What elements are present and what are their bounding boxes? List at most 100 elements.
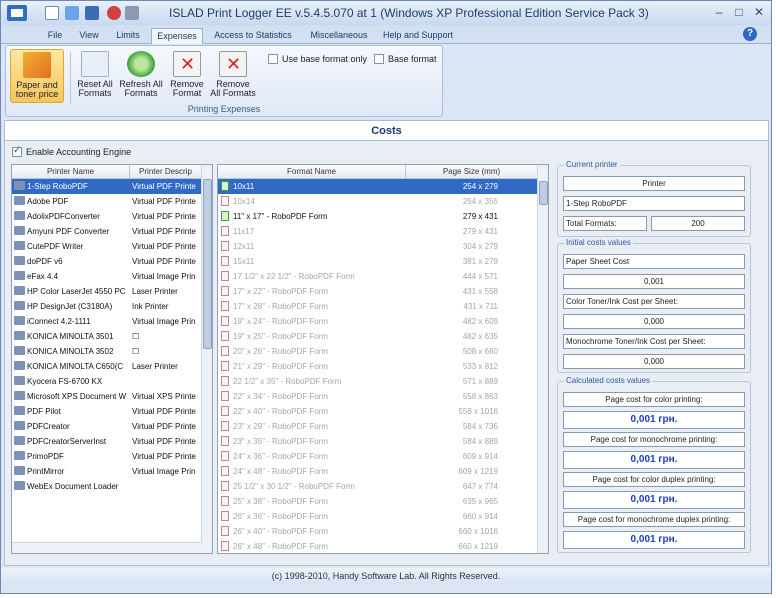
format-row[interactable]: 19" x 24" - RoboPDF Form 482 x 609 [218, 314, 538, 329]
format-name-cell: 21" x 29" - RoboPDF Form [221, 359, 405, 374]
format-row[interactable]: 12x11 304 x 279 [218, 239, 538, 254]
printer-name-header[interactable]: Printer Name [12, 165, 130, 179]
checkbox-box[interactable] [374, 54, 384, 64]
mono-page-cost-label: Page cost for monochrome printing: [563, 432, 745, 447]
tab-miscellaneous[interactable]: Miscellaneous [303, 28, 375, 44]
printer-grid-hscrollbar[interactable] [12, 542, 203, 553]
page-size-cell: 431 x 558 [462, 287, 498, 296]
format-row[interactable]: 26" x 48" - RoboPDF Form 660 x 1219 [218, 539, 538, 553]
printer-icon [14, 286, 25, 295]
page-size-cell: 533 x 812 [462, 362, 498, 371]
quick-access-printer-icon[interactable] [85, 6, 99, 20]
format-row[interactable]: 24" x 36" - RoboPDF Form 609 x 914 [218, 449, 538, 464]
help-icon[interactable]: ? [743, 27, 757, 41]
printer-row[interactable]: Microsoft XPS Document W Virtual XPS Prin… [12, 389, 202, 404]
format-row[interactable]: 25" x 38" - RoboPDF Form 635 x 965 [218, 494, 538, 509]
format-row[interactable]: 15x11 381 x 279 [218, 254, 538, 269]
tab-limits[interactable]: Limits [109, 28, 147, 44]
printer-row[interactable]: PrimoPDF Virtual PDF Printe [12, 449, 202, 464]
printer-row[interactable]: PrintMirror Virtual Image Prin [12, 464, 202, 479]
maximize-button[interactable]: □ [729, 4, 749, 21]
printer-row[interactable]: Adobe PDF Virtual PDF Printe [12, 194, 202, 209]
checkbox-box[interactable] [268, 54, 278, 64]
tab-file[interactable]: File [41, 28, 69, 44]
printer-grid-scrollbar[interactable] [201, 165, 212, 553]
total-formats-value: 200 [651, 216, 745, 231]
format-row[interactable]: 11" x 17" - RoboPDF Form 279 x 431 [218, 209, 538, 224]
format-name-header[interactable]: Format Name [218, 165, 406, 179]
printer-row[interactable]: PDFCreator Virtual PDF Printe [12, 419, 202, 434]
format-row[interactable]: 22" x 40" - RoboPDF Form 558 x 1016 [218, 404, 538, 419]
printer-row[interactable]: KONICA MINOLTA 3501 ☐ [12, 329, 202, 344]
color-toner-cost-input[interactable]: 0,000 [563, 314, 745, 329]
format-row[interactable]: 17 1/2" x 22 1/2" - RoboPDF Form 444 x 57… [218, 269, 538, 284]
tab-expenses[interactable]: Expenses [151, 28, 203, 44]
quick-access-dropdown-icon[interactable] [125, 6, 139, 20]
quick-access-stop-icon[interactable] [107, 6, 121, 20]
app-icon[interactable] [7, 5, 27, 21]
printer-grid[interactable]: Printer Name Printer Descrip 1-Step Robo… [11, 164, 213, 554]
format-row[interactable]: 11x17 279 x 431 [218, 224, 538, 239]
format-row[interactable]: 22" x 34" - RoboPDF Form 558 x 863 [218, 389, 538, 404]
printer-row[interactable]: 1-Step RoboPDF Virtual PDF Printe [12, 179, 202, 194]
tab-help-and-support[interactable]: Help and Support [379, 28, 457, 44]
printer-row[interactable]: doPDF v6 Virtual PDF Printe [12, 254, 202, 269]
printer-row[interactable]: Kyocera FS-6700 KX [12, 374, 202, 389]
printer-icon [14, 436, 25, 445]
minimize-button[interactable]: – [709, 4, 729, 21]
printer-row[interactable]: KONICA MINOLTA 3502 ☐ [12, 344, 202, 359]
quick-access-print-icon[interactable] [65, 6, 79, 20]
format-row[interactable]: 24" x 48" - RoboPDF Form 609 x 1219 [218, 464, 538, 479]
format-row[interactable]: 21" x 29" - RoboPDF Form 533 x 812 [218, 359, 538, 374]
close-button[interactable]: ✕ [749, 4, 769, 21]
printer-row[interactable]: WebEx Document Loader [12, 479, 202, 494]
paper-cost-input[interactable]: 0,001 [563, 274, 745, 289]
format-row[interactable]: 10x14 254 x 355 [218, 194, 538, 209]
printer-row[interactable]: iConnect 4.2-1111 Virtual Image Prin [12, 314, 202, 329]
format-row[interactable]: 23" x 29" - RoboPDF Form 584 x 736 [218, 419, 538, 434]
printer-row[interactable]: Amyuni PDF Converter Virtual PDF Printe [12, 224, 202, 239]
printer-row[interactable]: PDFCreatorServerInst Virtual PDF Printe [12, 434, 202, 449]
remove-all-formats-button[interactable]: Remove All Formats [206, 49, 260, 103]
checkbox-box[interactable] [12, 145, 22, 157]
format-row[interactable]: 10x11 254 x 279 [218, 179, 538, 194]
format-row[interactable]: 26" x 36" - RoboPDF Form 660 x 914 [218, 509, 538, 524]
format-name-cell: 19" x 24" - RoboPDF Form [221, 314, 405, 329]
printer-row[interactable]: AdolixPDFConverter Virtual PDF Printe [12, 209, 202, 224]
format-row[interactable]: 20" x 26" - RoboPDF Form 508 x 660 [218, 344, 538, 359]
format-grid[interactable]: Format Name Page Size (mm) 10x11 254 x 27… [217, 164, 549, 554]
format-name-text: 11x17 [233, 227, 255, 236]
printer-name-cell: KONICA MINOLTA 3502 [14, 344, 130, 359]
printer-row[interactable]: eFax 4.4 Virtual Image Prin [12, 269, 202, 284]
printer-description-cell: Virtual PDF Printe [132, 452, 196, 461]
printer-name-cell: HP DesignJet (C3180A) [14, 299, 130, 314]
base-format-checkbox[interactable]: Base format [374, 54, 437, 64]
format-name-text: 26" x 48" - RoboPDF Form [233, 542, 329, 551]
format-row[interactable]: 19" x 25" - RoboPDF Form 482 x 635 [218, 329, 538, 344]
printer-row[interactable]: PDF Pilot Virtual PDF Printe [12, 404, 202, 419]
page-size-header[interactable]: Page Size (mm) [406, 165, 538, 179]
format-row[interactable]: 17" x 28" - RoboPDF Form 431 x 711 [218, 299, 538, 314]
format-row[interactable]: 22 1/2" x 35" - RoboPDF Form 571 x 889 [218, 374, 538, 389]
format-name-cell: 19" x 25" - RoboPDF Form [221, 329, 405, 344]
use-base-format-checkbox[interactable]: Use base format only [268, 54, 367, 64]
format-row[interactable]: 25 1/2" x 30 1/2" - RoboPDF Form 647 x 77… [218, 479, 538, 494]
paper-toner-price-button[interactable]: Paper and toner price [10, 49, 64, 103]
printer-row[interactable]: KONICA MINOLTA C650(C Laser Printer [12, 359, 202, 374]
printer-row[interactable]: CutePDF Writer Virtual PDF Printe [12, 239, 202, 254]
printer-row[interactable]: HP Color LaserJet 4550 PC Laser Printer [12, 284, 202, 299]
format-grid-scrollbar[interactable] [537, 165, 548, 553]
format-row[interactable]: 23" x 35" - RoboPDF Form 584 x 889 [218, 434, 538, 449]
enable-accounting-checkbox[interactable]: Enable Accounting Engine [12, 145, 131, 157]
format-row[interactable]: 26" x 40" - RoboPDF Form 660 x 1016 [218, 524, 538, 539]
mono-toner-cost-input[interactable]: 0,000 [563, 354, 745, 369]
tab-view[interactable]: View [73, 28, 105, 44]
printer-description-header[interactable]: Printer Descrip [130, 165, 202, 179]
printer-row[interactable]: HP DesignJet (C3180A) Ink Printer [12, 299, 202, 314]
quick-access-blank-icon[interactable] [45, 6, 59, 20]
printer-icon [14, 301, 25, 310]
format-name-text: 22" x 34" - RoboPDF Form [233, 392, 329, 401]
menu-tabs: File View Limits Expenses Access to Stat… [1, 25, 771, 44]
format-row[interactable]: 17" x 22" - RoboPDF Form 431 x 558 [218, 284, 538, 299]
tab-access-to-statistics[interactable]: Access to Statistics [207, 28, 299, 44]
